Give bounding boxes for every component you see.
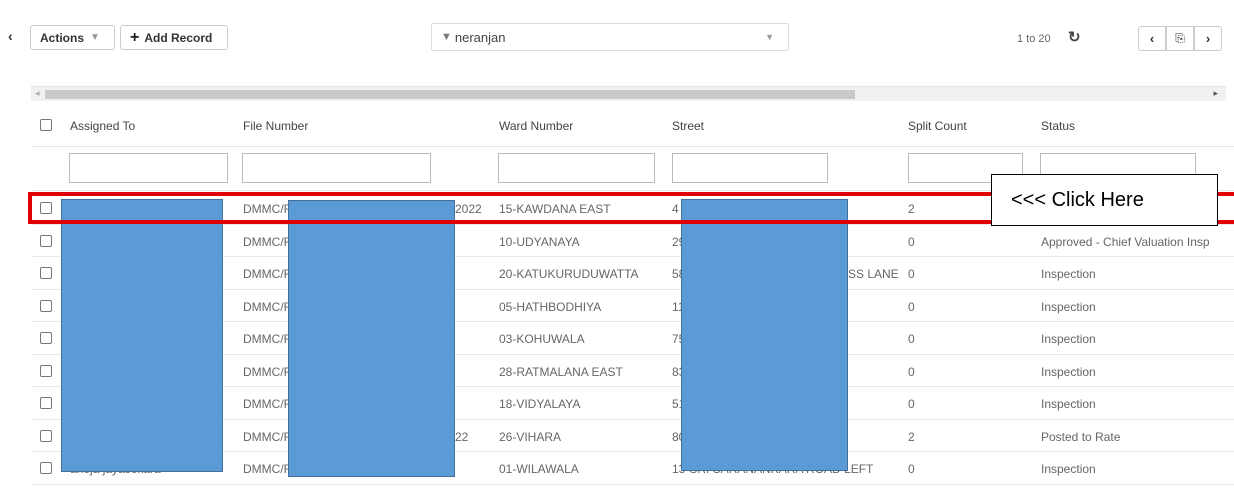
cell-split-count: 0: [908, 462, 915, 476]
table-header-row: Assigned To File Number Ward Number Stre…: [31, 103, 1234, 147]
refresh-icon[interactable]: ↻: [1068, 28, 1081, 46]
cell-ward-number: 05-HATHBODHIYA: [499, 299, 602, 314]
scroll-left-icon[interactable]: ◂: [35, 88, 40, 99]
filter-ward-number-input[interactable]: [498, 153, 655, 183]
redaction-block-assigned: [61, 199, 223, 472]
cell-status: Approved - Chief Valuation Insp: [1041, 234, 1210, 249]
column-header-file-number[interactable]: File Number: [243, 119, 308, 133]
cell-split-count: 0: [908, 299, 915, 314]
funnel-icon: ▼: [441, 31, 452, 43]
row-checkbox[interactable]: [40, 429, 52, 442]
export-button[interactable]: ⎘: [1166, 26, 1194, 51]
cell-status: Inspection: [1041, 364, 1096, 379]
cell-split-count: 0: [908, 234, 915, 249]
collapse-panel-icon[interactable]: ‹: [8, 28, 13, 44]
filter-street-input[interactable]: [672, 153, 828, 183]
saved-filter-select[interactable]: ▼ neranjan ▼: [431, 23, 789, 51]
row-checkbox[interactable]: [40, 332, 52, 344]
filter-file-number-input[interactable]: [242, 153, 431, 183]
cell-split-count: 0: [908, 364, 915, 379]
chevron-right-icon: ›: [1205, 31, 1211, 46]
cell-file-number: DMMC/F: [243, 364, 291, 379]
grid-toolbar: ‹ Actions ▼ + Add Record ▼ neranjan ▼ 1 …: [0, 0, 1234, 60]
previous-page-button[interactable]: ‹: [1138, 26, 1166, 51]
column-header-status[interactable]: Status: [1041, 119, 1075, 133]
select-all-checkbox[interactable]: [40, 119, 52, 131]
column-header-split-count[interactable]: Split Count: [908, 119, 967, 133]
cell-status: Inspection: [1041, 267, 1096, 281]
scrollbar-thumb[interactable]: [45, 90, 855, 99]
cell-ward-number: 26-VIHARA: [499, 429, 562, 444]
cell-street-tail: SS LANE: [848, 267, 899, 281]
redaction-block-street: [681, 199, 848, 471]
cell-file-number: DMMC/F: [243, 234, 291, 249]
cell-ward-number: 20-KATUKURUDUWATTA: [499, 267, 639, 281]
add-record-label: Add Record: [144, 30, 213, 45]
actions-dropdown-button[interactable]: Actions ▼: [30, 25, 115, 50]
cell-ward-number: 18-VIDYALAYA: [499, 397, 581, 411]
export-file-icon: ⎘: [1175, 31, 1185, 45]
plus-icon: +: [130, 28, 140, 46]
redaction-block-file: [288, 200, 455, 477]
row-checkbox[interactable]: [40, 267, 52, 279]
add-record-button[interactable]: + Add Record: [120, 25, 228, 50]
cell-file-number: DMMC/F: [243, 429, 291, 444]
chevron-left-icon: ‹: [1149, 31, 1155, 46]
saved-filter-value: neranjan: [454, 29, 506, 45]
cell-ward-number: 03-KOHUWALA: [499, 332, 585, 346]
scroll-right-icon[interactable]: ▸: [1213, 88, 1218, 99]
column-header-ward-number[interactable]: Ward Number: [499, 119, 573, 133]
click-here-callout: <<< Click Here: [991, 174, 1218, 226]
row-checkbox[interactable]: [40, 462, 52, 474]
cell-file-number: DMMC/F: [243, 397, 291, 411]
cell-ward-number: 01-WILAWALA: [499, 462, 579, 476]
cell-file-number-tail: 22: [455, 429, 469, 444]
pager-range-text: 1 to 20: [1017, 33, 1051, 45]
cell-split-count: 2: [908, 429, 915, 444]
cell-status: Posted to Rate: [1041, 429, 1121, 444]
cell-status: Inspection: [1041, 397, 1096, 411]
filter-assigned-to-input[interactable]: [69, 153, 228, 183]
cell-split-count: 0: [908, 267, 915, 281]
cell-ward-number: 28-RATMALANA EAST: [499, 364, 623, 379]
cell-file-number: DMMC/F: [243, 267, 291, 281]
cell-status: Inspection: [1041, 332, 1096, 346]
horizontal-scrollbar[interactable]: ◂ ▸: [31, 86, 1226, 101]
row-checkbox[interactable]: [40, 234, 52, 247]
column-header-assigned-to[interactable]: Assigned To: [70, 119, 135, 133]
row-checkbox[interactable]: [40, 397, 52, 409]
row-checkbox[interactable]: [40, 364, 52, 377]
cell-file-number: DMMC/F: [243, 299, 291, 314]
actions-label: Actions: [40, 30, 85, 45]
cell-ward-number: 10-UDYANAYA: [499, 234, 580, 249]
next-page-button[interactable]: ›: [1194, 26, 1222, 51]
caret-down-icon: ▼: [90, 32, 100, 43]
cell-file-number: DMMC/F: [243, 332, 291, 346]
chevron-down-icon: ▼: [765, 32, 774, 42]
cell-status: Inspection: [1041, 462, 1096, 476]
row-checkbox[interactable]: [40, 299, 52, 312]
column-header-street[interactable]: Street: [672, 119, 704, 133]
cell-status: Inspection: [1041, 299, 1096, 314]
cell-split-count: 0: [908, 397, 915, 411]
cell-split-count: 0: [908, 332, 915, 346]
